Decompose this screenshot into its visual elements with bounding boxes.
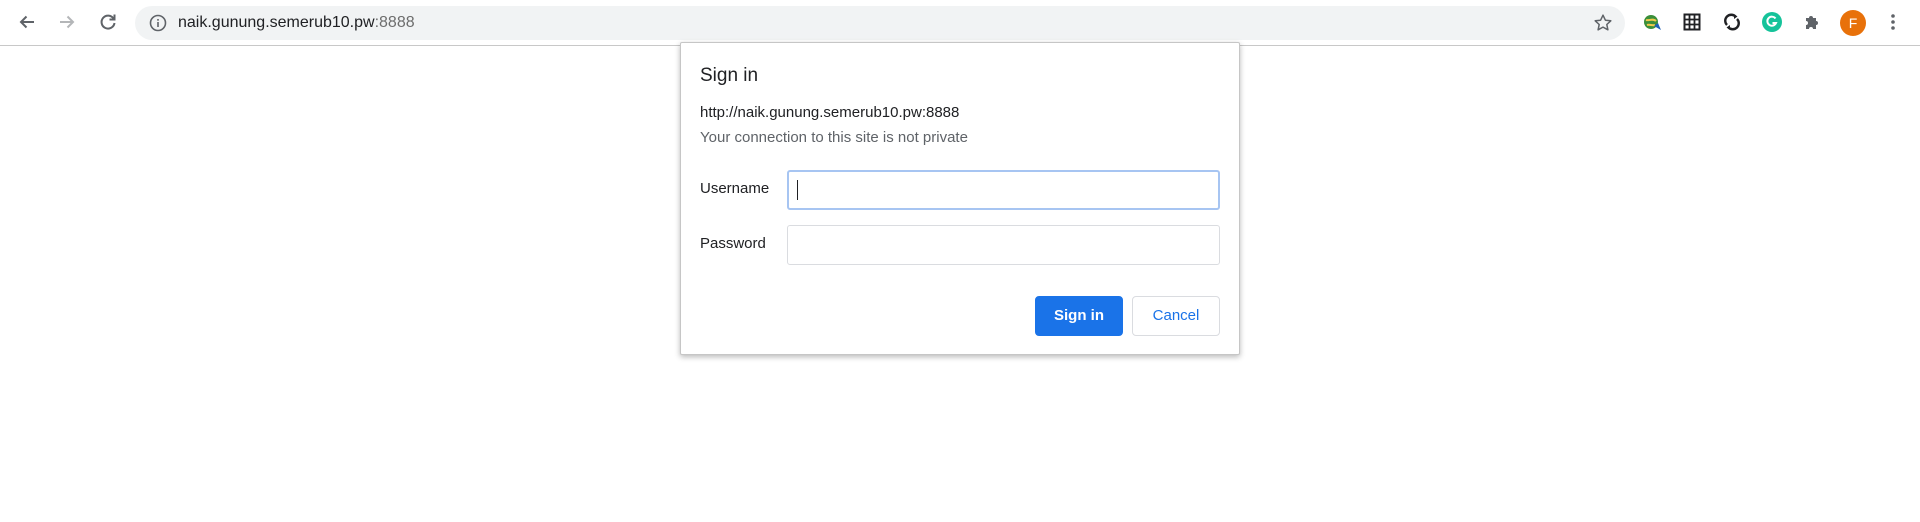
sign-in-button[interactable]: Sign in (1035, 296, 1123, 336)
reload-icon[interactable] (93, 7, 123, 37)
forward-arrow-icon[interactable] (52, 7, 82, 37)
cancel-button[interactable]: Cancel (1132, 296, 1220, 336)
address-bar[interactable]: naik.gunung.semerub10.pw:8888 (135, 6, 1625, 40)
extensions-puzzle-icon[interactable] (1797, 7, 1827, 37)
back-arrow-icon[interactable] (12, 7, 42, 37)
username-field[interactable] (787, 170, 1220, 210)
password-label: Password (700, 235, 766, 252)
http-auth-dialog: Sign in http://naik.gunung.semerub10.pw:… (680, 42, 1240, 355)
grammarly-icon[interactable] (1757, 7, 1787, 37)
url-text[interactable]: naik.gunung.semerub10.pw:8888 (178, 6, 415, 40)
connection-warning: Your connection to this site is not priv… (700, 129, 968, 146)
browser-toolbar: naik.gunung.semerub10.pw:8888 F (0, 0, 1920, 46)
dialog-origin: http://naik.gunung.semerub10.pw:8888 (700, 104, 960, 121)
text-caret (797, 180, 798, 200)
avatar[interactable]: F (1840, 10, 1866, 36)
bookmark-star-icon[interactable] (1593, 13, 1613, 33)
url-host: naik.gunung.semerub10.pw (178, 14, 375, 31)
extension-grid-icon[interactable] (1677, 7, 1707, 37)
password-field[interactable] (787, 225, 1220, 265)
url-port: :8888 (374, 14, 415, 31)
username-label: Username (700, 180, 770, 197)
extension-globe-icon[interactable] (1637, 7, 1667, 37)
extension-sync-icon[interactable] (1717, 7, 1747, 37)
dialog-title: Sign in (700, 65, 759, 86)
more-menu-icon[interactable] (1878, 7, 1908, 37)
site-info-icon[interactable] (149, 14, 167, 32)
